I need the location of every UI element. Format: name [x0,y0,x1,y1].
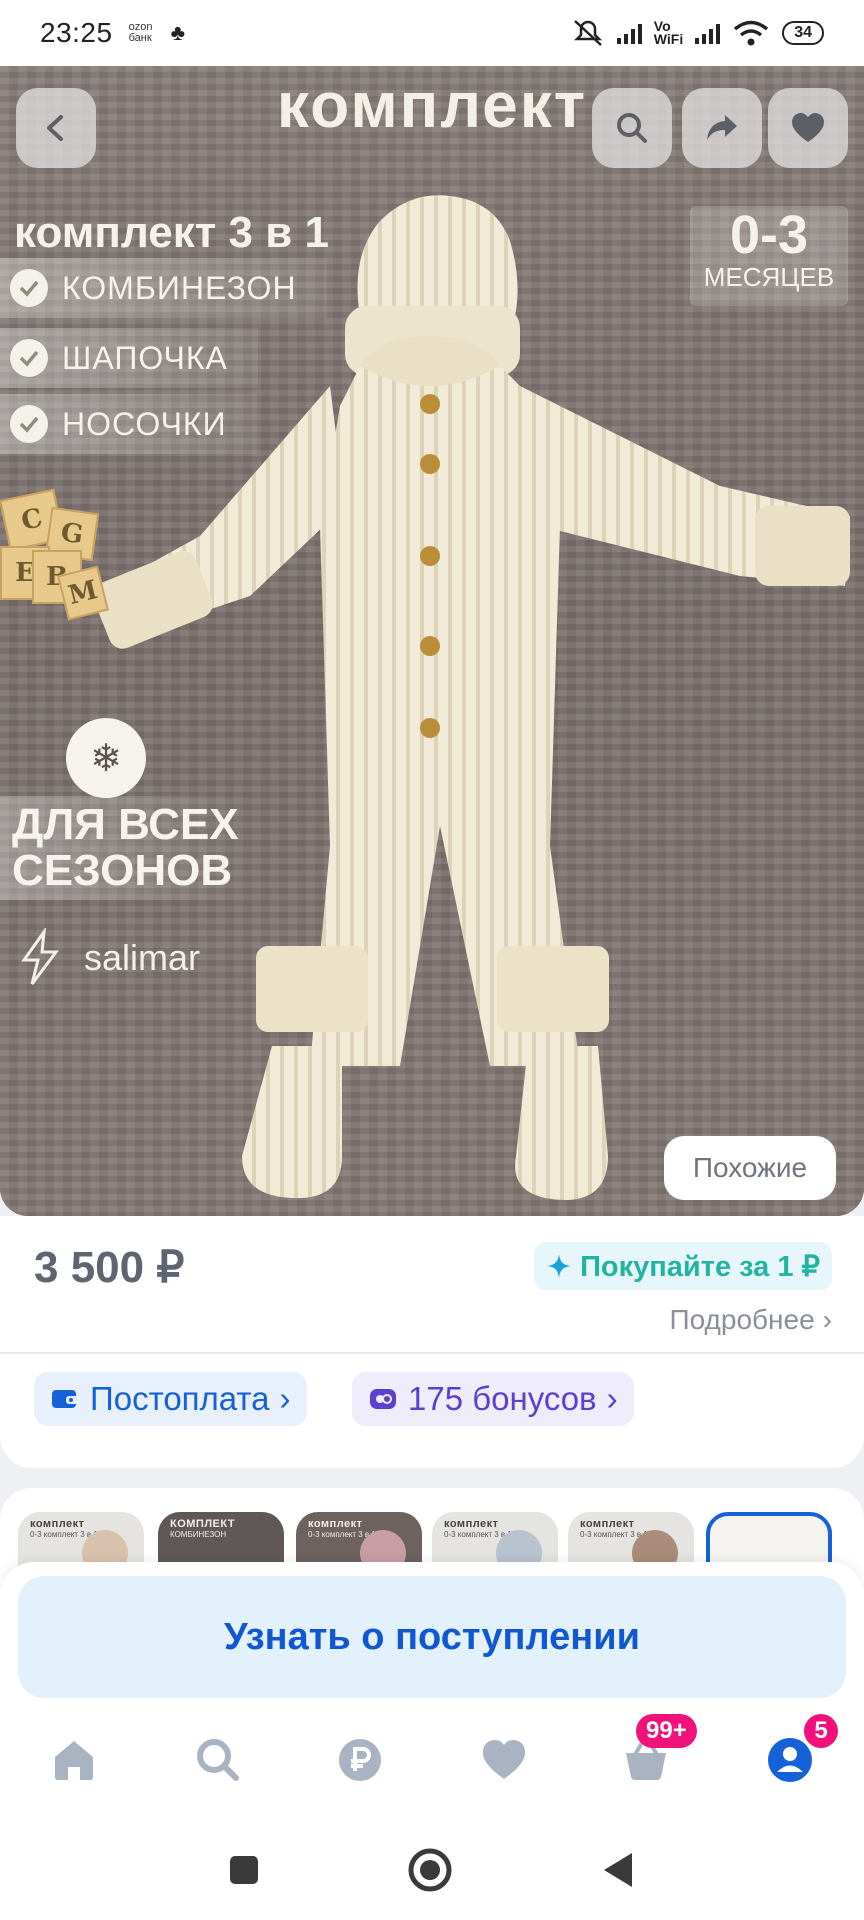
wallet-icon [52,1390,78,1408]
home-button[interactable] [404,1844,456,1896]
vowifi-icon: Vo WiFi [653,19,684,47]
postpay-label: Постоплата [90,1380,270,1417]
block-m: M [57,565,109,621]
season-caption: ДЛЯ ВСЕХ СЕЗОНОВ [0,796,259,900]
share-icon [707,115,737,140]
thumbnail-title: комплект [308,1518,363,1530]
thumbnail-sub: 0-3 комплект 3 в 1 [308,1530,376,1539]
thumbnail-title: комплект [30,1518,85,1530]
bonus-icon [370,1389,396,1409]
share-button[interactable] [682,88,762,168]
age-badge: 0-3 МЕСЯЦЕВ [690,206,848,306]
chevron-right-icon: › [279,1380,291,1417]
feature-label: КОМБИНЕЗОН [62,269,297,306]
app-screen: 23:25 ozon банк ♣ Vo WiFi 34 C G E M ком… [0,0,864,1920]
wifi-icon [734,20,769,46]
thumbnail-title: КОМПЛЕКТ [170,1518,236,1530]
signal-2-icon [695,22,721,44]
heart-icon [792,113,824,142]
sparkle-icon [547,1254,572,1278]
details-link[interactable]: Подробнее › [669,1304,832,1336]
age-value: 0-3 [729,205,809,265]
thumbnail-sub: 0-3 комплект 3 в 1 [444,1530,512,1539]
search-button[interactable] [592,88,672,168]
check-icon [10,339,48,377]
tab-finance[interactable] [328,1728,392,1792]
feature-item: ШАПОЧКА [0,328,258,388]
search-icon [617,113,647,143]
thumbnail-title: комплект [580,1518,635,1530]
square-icon [230,1856,258,1884]
similar-button[interactable]: Похожие [664,1136,836,1200]
age-unit: МЕСЯЦЕВ [703,262,835,292]
status-bar: 23:25 ozon банк ♣ Vo WiFi 34 [0,0,864,66]
thumbnail-sub: 0-3 комплект 3 в 1 [30,1530,98,1539]
set-title: комплект 3 в 1 [14,208,329,257]
heart-icon [483,1740,525,1779]
tab-bar: 99+ 5 [0,1714,864,1824]
profile-badge: 5 [804,1714,838,1748]
chevron-right-icon: › [822,1304,832,1335]
tab-home[interactable] [42,1728,106,1792]
notify-button[interactable]: Узнать о поступлении [18,1576,846,1698]
season-line-2: СЕЗОНОВ [12,846,233,895]
postpay-pill[interactable]: Постоплата › [34,1372,307,1426]
snowflake-icon: ❄ [66,718,146,798]
tab-search[interactable] [186,1728,250,1792]
signal-icon [616,22,642,44]
bonus-label: 175 бонусов [408,1380,597,1417]
product-price: 3 500 ₽ [34,1243,185,1292]
status-icons: Vo WiFi 34 [571,18,824,48]
season-line-1: ДЛЯ ВСЕХ [12,800,239,849]
feature-item: КОМБИНЕЗОН [0,258,327,318]
brand-logo: salimar [10,928,200,988]
feature-label: ШАПОЧКА [62,339,228,376]
thumbnail-title [710,1516,828,1522]
ruble-icon [339,1739,381,1781]
back-nav-button[interactable] [592,1844,644,1896]
status-time: 23:25 [40,17,113,48]
product-image[interactable]: C G E B M комплект комплект 3 в 1 КОМБИН… [0,66,864,1216]
circle-icon [408,1848,452,1892]
ozon-bank-icon: ozon банк [128,21,153,44]
bonus-pill[interactable]: 175 бонусов › [352,1372,634,1426]
details-label: Подробнее [669,1304,815,1335]
chevron-right-icon: › [606,1380,618,1417]
check-icon [10,405,48,443]
thumbnail-sub: КОМБИНЕЗОН [170,1530,227,1539]
thumbnail-title: комплект [444,1518,499,1530]
apps-icon: ♣ [170,20,186,45]
back-icon [47,115,63,141]
mute-icon [573,20,602,46]
triangle-back-icon [604,1853,632,1887]
home-icon [55,1741,93,1780]
toy-blocks-image: C G E B M [0,486,110,636]
promo-label: Покупайте за 1 ₽ [580,1250,820,1283]
feature-item: НОСОЧКИ [0,394,257,454]
back-button[interactable] [16,88,96,168]
cart-badge: 99+ [636,1714,697,1748]
check-icon [10,269,48,307]
thumbnail-sub: 0-3 комплект 3 в 1 [580,1530,648,1539]
favorite-button[interactable] [768,88,848,168]
brand-name: salimar [84,937,201,978]
price-card: 3 500 ₽ Покупайте за 1 ₽ Подробнее › Пос… [0,1216,864,1468]
tab-favorites[interactable] [472,1728,536,1792]
recents-button[interactable] [218,1844,270,1896]
search-icon [197,1739,239,1781]
promo-badge[interactable]: Покупайте за 1 ₽ [534,1242,832,1290]
feature-label: НОСОЧКИ [62,405,227,442]
divider [0,1352,864,1354]
vowifi-bottom: WiFi [653,31,684,47]
brand-mark-icon [21,928,59,985]
battery-icon: 34 [782,21,824,45]
system-nav-bar [0,1820,864,1920]
